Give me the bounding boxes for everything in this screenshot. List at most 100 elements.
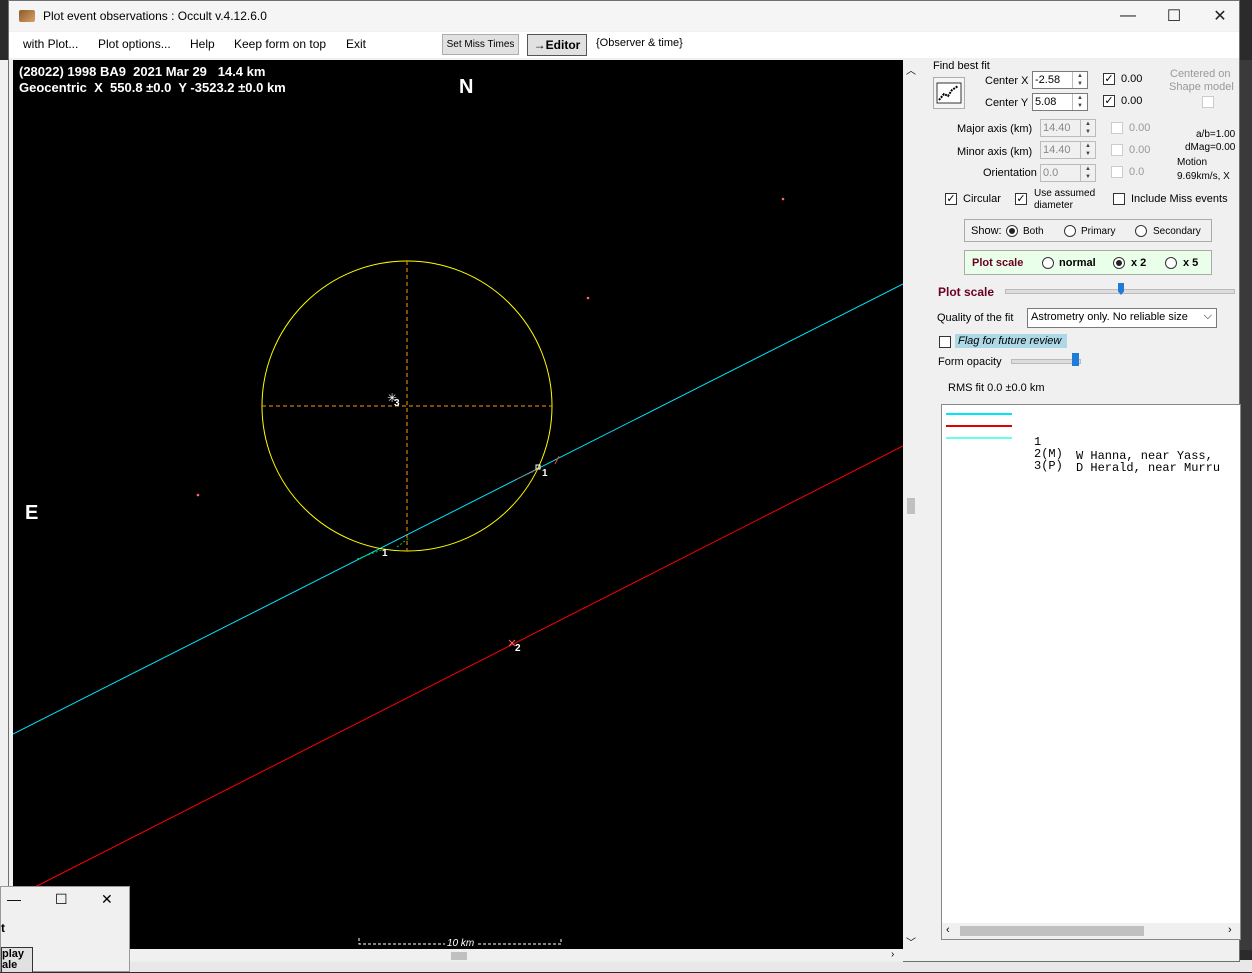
motion-value: 9.69km/s, X bbox=[1177, 171, 1230, 182]
major-axis-fit-checkbox[interactable] bbox=[1111, 122, 1123, 134]
use-assumed-label-2: diameter bbox=[1034, 200, 1073, 211]
center-x-input[interactable]: -2.58 ▲ ▼ bbox=[1032, 71, 1088, 89]
legend-row-2[interactable]: 2(M) D Herald, near Murru bbox=[942, 419, 1240, 475]
shape-model-checkbox[interactable] bbox=[1202, 96, 1214, 108]
fit-panel: Find best fit Center X -2.58 ▲ ▼ ✓ 0.00 Ce… bbox=[921, 60, 1241, 950]
use-assumed-checkbox[interactable]: ✓ bbox=[1015, 193, 1027, 205]
major-axis-fit-value: 0.00 bbox=[1129, 122, 1151, 134]
scale-x5-radio[interactable] bbox=[1165, 257, 1177, 269]
form-opacity-thumb[interactable] bbox=[1072, 353, 1079, 366]
scroll-down-icon[interactable]: ﹀ bbox=[906, 934, 916, 949]
scale-x5-label: x 5 bbox=[1183, 257, 1199, 269]
include-miss-checkbox[interactable] bbox=[1113, 193, 1125, 205]
scroll-right-icon[interactable]: › bbox=[1228, 924, 1232, 936]
minor-axis-input[interactable]: 14.40 ▲ ▼ bbox=[1040, 141, 1096, 159]
spin-arrows-icon[interactable]: ▲ ▼ bbox=[1080, 142, 1095, 158]
set-miss-times-button[interactable]: Set Miss Times bbox=[442, 34, 519, 55]
chord-label-d: 1 bbox=[382, 548, 388, 559]
plot-header-line2: Geocentric X 550.8 ±0.0 Y -3523.2 ±0.0 k… bbox=[19, 80, 286, 95]
star-dot bbox=[586, 296, 590, 300]
orientation-value: 0.0 bbox=[1043, 167, 1059, 179]
minor-axis-value: 14.40 bbox=[1043, 144, 1071, 156]
major-axis-input[interactable]: 14.40 ▲ ▼ bbox=[1040, 119, 1096, 137]
east-label: E bbox=[25, 502, 39, 524]
legend-scroll-thumb[interactable] bbox=[960, 926, 1144, 936]
find-best-fit-label: Find best fit bbox=[933, 60, 990, 72]
window-title: Plot event observations : Occult v.4.12.… bbox=[43, 9, 267, 23]
use-assumed-label-1: Use assumed bbox=[1034, 188, 1096, 199]
show-both-radio[interactable] bbox=[1006, 225, 1018, 237]
small-close-icon[interactable]: ✕ bbox=[101, 891, 113, 908]
legend-row-1[interactable]: 1 W Hanna, near Yass, bbox=[942, 407, 1240, 463]
spin-arrows-icon[interactable]: ▲ ▼ bbox=[1080, 165, 1095, 181]
observer-time-label: {Observer & time} bbox=[596, 37, 683, 49]
star-dot bbox=[196, 493, 200, 497]
plot-canvas[interactable]: ✳ (28022) 1998 BA9 2021 Mar 29 14.4 km G… bbox=[13, 60, 903, 949]
show-secondary-label: Secondary bbox=[1153, 226, 1201, 237]
spin-arrows-icon[interactable]: ▲ ▼ bbox=[1072, 94, 1087, 110]
chord-2-line bbox=[32, 445, 903, 889]
menu-keep-on-top[interactable]: Keep form on top bbox=[234, 37, 326, 51]
scale-normal-radio[interactable] bbox=[1042, 257, 1054, 269]
chart-fit-icon bbox=[936, 82, 962, 104]
circular-checkbox[interactable]: ✓ bbox=[945, 193, 957, 205]
small-button-line2: ale bbox=[2, 959, 18, 971]
plot-scale-label: Plot scale bbox=[972, 257, 1024, 269]
scale-x2-radio[interactable] bbox=[1113, 257, 1125, 269]
scroll-left-icon[interactable]: ‹ bbox=[946, 924, 950, 936]
show-primary-radio[interactable] bbox=[1064, 225, 1076, 237]
find-best-fit-button[interactable] bbox=[933, 77, 965, 109]
spin-arrows-icon[interactable]: ▲ ▼ bbox=[1072, 72, 1087, 88]
center-x-fit-checkbox[interactable]: ✓ bbox=[1103, 73, 1115, 85]
menu-plot-options[interactable]: Plot options... bbox=[98, 37, 171, 51]
small-window-button[interactable]: play ale bbox=[1, 947, 33, 973]
chord-label-r: 1 bbox=[542, 468, 548, 479]
orientation-fit-checkbox[interactable] bbox=[1111, 166, 1123, 178]
chord-label-2: 2 bbox=[515, 643, 521, 654]
small-maximize-icon[interactable]: ☐ bbox=[55, 891, 68, 908]
hscroll-thumb[interactable] bbox=[451, 952, 467, 960]
form-opacity-slider[interactable] bbox=[1011, 359, 1081, 364]
scale-label: 10 km bbox=[445, 938, 477, 949]
scroll-thumb[interactable] bbox=[907, 498, 915, 514]
include-miss-label: Include Miss events bbox=[1131, 193, 1228, 205]
scroll-right-icon[interactable]: › bbox=[891, 949, 894, 960]
maximize-button[interactable]: ☐ bbox=[1151, 1, 1197, 31]
major-axis-label: Major axis (km) bbox=[957, 123, 1033, 135]
center-x-fit-value: 0.00 bbox=[1121, 73, 1143, 85]
quality-dropdown[interactable]: Astrometry only. No reliable size ⌵ bbox=[1027, 308, 1217, 328]
minimize-button[interactable]: — bbox=[1105, 1, 1151, 31]
menu-with-plot[interactable]: with Plot... bbox=[23, 37, 78, 51]
orientation-label: Orientation bbox=[983, 167, 1037, 179]
center-y-input[interactable]: 5.08 ▲ ▼ bbox=[1032, 93, 1088, 111]
show-secondary-radio[interactable] bbox=[1135, 225, 1147, 237]
editor-button[interactable]: →Editor bbox=[527, 34, 587, 56]
center-y-fit-checkbox[interactable]: ✓ bbox=[1103, 95, 1115, 107]
center-x-label: Center X bbox=[985, 75, 1029, 87]
minor-axis-fit-checkbox[interactable] bbox=[1111, 144, 1123, 156]
legend-row-3[interactable]: 3(P) bbox=[942, 431, 1240, 473]
background-small-window: — ☐ ✕ t play ale bbox=[0, 886, 130, 973]
center-y-fit-value: 0.00 bbox=[1121, 95, 1143, 107]
menu-help[interactable]: Help bbox=[190, 37, 215, 51]
flag-review-checkbox[interactable] bbox=[939, 336, 951, 348]
chord-label-3: 3 bbox=[394, 398, 400, 409]
small-minimize-icon[interactable]: — bbox=[7, 891, 21, 907]
menu-exit[interactable]: Exit bbox=[346, 37, 366, 51]
plot-horizontal-scrollbar[interactable]: › bbox=[13, 949, 903, 962]
spin-arrows-icon[interactable]: ▲ ▼ bbox=[1080, 120, 1095, 136]
scale-normal-label: normal bbox=[1059, 257, 1096, 269]
chord-legend-list[interactable]: 1 W Hanna, near Yass, 2(M) D Herald, nea… bbox=[941, 404, 1241, 940]
close-button[interactable]: ✕ bbox=[1197, 1, 1243, 31]
scroll-up-icon[interactable]: ︿ bbox=[906, 62, 916, 77]
minor-axis-label: Minor axis (km) bbox=[957, 146, 1033, 158]
ab-ratio-label: a/b=1.00 bbox=[1196, 129, 1236, 140]
plot-vertical-scrollbar[interactable]: ︿ ﹀ bbox=[903, 60, 919, 949]
legend-text-2: D Herald, near Murru bbox=[1076, 461, 1221, 475]
legend-hscrollbar[interactable]: ‹ › bbox=[942, 923, 1240, 939]
center-y-label: Center Y bbox=[985, 97, 1029, 109]
orientation-input[interactable]: 0.0 ▲ ▼ bbox=[1040, 164, 1096, 182]
plot-svg: ✳ bbox=[13, 197, 903, 945]
form-opacity-label: Form opacity bbox=[938, 356, 1002, 368]
center-y-value: 5.08 bbox=[1035, 96, 1057, 108]
